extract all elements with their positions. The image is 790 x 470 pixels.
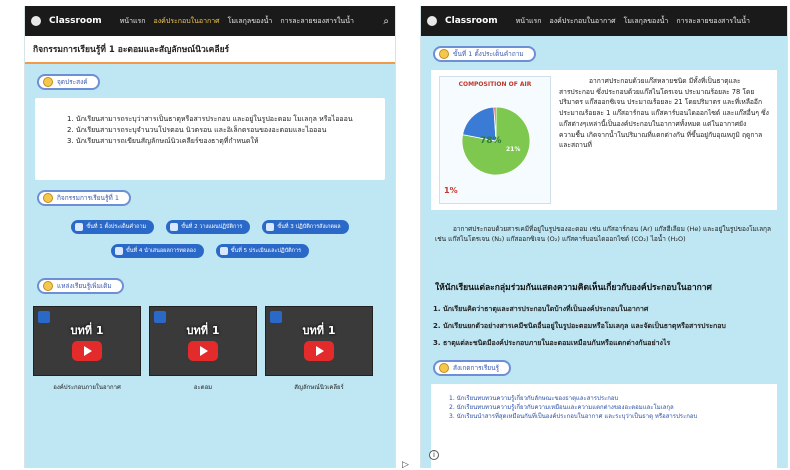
step-pill: ขั้นที่ 1 ตั้งประเด็นคำถาม	[433, 46, 536, 62]
air-composition-card: COMPOSITION OF AIR 78% 21% 1% อากาศประกอ…	[431, 70, 777, 210]
mouse-cursor-icon: ▷	[402, 460, 409, 470]
activity-buttons: ขั้นที่ 1 ตั้งประเด็นคำถาม ขั้นที่ 2 วาง…	[25, 206, 395, 268]
video-thumbnail[interactable]: บทที่ 1	[265, 306, 373, 376]
step-4-button[interactable]: ขั้นที่ 4 นำเสนอผลการทดลอง	[110, 244, 204, 258]
step-icon	[266, 223, 275, 231]
summary-item: 2. นักเรียนทบทวนความรู้เกี่ยวกับความเหมื…	[449, 403, 674, 411]
lesson-label: บทที่ 1	[70, 324, 104, 337]
step-icon	[75, 223, 84, 231]
video-card[interactable]: บทที่ 1 สัญลักษณ์นิวเคลียร์	[265, 306, 373, 392]
question-icon	[439, 49, 449, 59]
brand[interactable]: Classroom	[445, 16, 498, 26]
nav-water[interactable]: โมเลกุลของน้ำ	[228, 16, 273, 27]
resources-label: แหล่งเรียนรู้เพิ่มเติม	[57, 282, 112, 290]
step-icon	[170, 223, 179, 231]
summary-pill: สังเกตการเรียนรู้	[433, 359, 512, 376]
step-2-label: ขั้นที่ 2 วางแผนปฏิบัติการ	[181, 224, 243, 230]
slice-label-big: 78%	[480, 136, 502, 146]
top-nav: Classroom หน้าแรก องค์ประกอบในอากาศ โมเล…	[25, 6, 395, 36]
nav-home[interactable]: หน้าแรก	[516, 16, 542, 27]
summary-icon	[439, 362, 449, 373]
video-caption: องค์ประกอบภายในอากาศ	[53, 384, 121, 391]
step-1-label: ขั้นที่ 1 ตั้งประเด็นคำถาม	[86, 224, 147, 230]
left-screenshot: Classroom หน้าแรก องค์ประกอบในอากาศ โมเล…	[24, 6, 396, 468]
chart-title: COMPOSITION OF AIR	[458, 81, 532, 88]
video-caption: อะตอม	[193, 384, 213, 391]
task-item: ธาตุแต่ละชนิดมีองค์ประกอบภายในอะตอมเหมือ…	[443, 338, 773, 349]
play-icon[interactable]	[304, 341, 334, 361]
video-thumbnail[interactable]: บทที่ 1	[149, 306, 257, 376]
nav-air[interactable]: องค์ประกอบในอากาศ	[550, 16, 616, 27]
nav-home[interactable]: หน้าแรก	[120, 16, 146, 27]
objectives-pill: จุดประสงค์	[37, 74, 100, 90]
atoms-paragraph: อากาศประกอบด้วยสารเคมีที่อยู่ในรูปของอะต…	[435, 225, 771, 244]
summary-label: สังเกตการเรียนรู้	[453, 363, 500, 372]
air-paragraph: อากาศประกอบด้วยแก๊สหลายชนิด มีทั้งที่เป็…	[559, 77, 769, 150]
lesson-label: บทที่ 1	[302, 324, 336, 337]
book-icon	[43, 281, 53, 291]
objectives-label: จุดประสงค์	[57, 78, 88, 86]
task-item: นักเรียนคิดว่าธาตุและสารประกอบใดบ้างที่เ…	[443, 304, 773, 315]
step-2-button[interactable]: ขั้นที่ 2 วางแผนปฏิบัติการ	[166, 220, 251, 234]
slice-label-small: 1%	[444, 186, 458, 195]
nav-water[interactable]: โมเลกุลของน้ำ	[624, 16, 669, 27]
home-icon[interactable]	[31, 16, 41, 26]
task-title: ให้นักเรียนแต่ละกลุ่มร่วมกันแสดงความคิดเ…	[435, 283, 712, 293]
lightbulb-icon	[43, 77, 53, 87]
page-title: กิจกรรมการเรียนรู้ที่ 1 อะตอมและสัญลักษณ…	[25, 36, 395, 64]
slice-label-mid: 21%	[506, 146, 520, 153]
summary-item: 1. นักเรียนทบทวนความรู้เกี่ยวกับลักษณะขอ…	[449, 394, 619, 402]
step-icon	[219, 247, 228, 255]
activity-icon	[43, 193, 53, 203]
objective-2: 2. นักเรียนสามารถระบุจำนวนโปรตอน นิวตรอน…	[67, 125, 327, 134]
resources-pill: แหล่งเรียนรู้เพิ่มเติม	[37, 278, 124, 294]
objectives-card: 1. นักเรียนสามารถระบุว่าสารเป็นธาตุหรือส…	[35, 98, 385, 180]
lesson-label: บทที่ 1	[186, 324, 220, 337]
air-composition-chart: COMPOSITION OF AIR 78% 21% 1%	[439, 76, 551, 204]
video-card[interactable]: บทที่ 1 อะตอม	[149, 306, 257, 392]
video-card[interactable]: บทที่ 1 องค์ประกอบภายในอากาศ	[33, 306, 141, 392]
step-5-label: ขั้นที่ 5 ประเมินและปฏิบัติการ	[230, 248, 302, 254]
video-list: บทที่ 1 องค์ประกอบภายในอากาศ บทที่ 1 อะต…	[25, 294, 395, 392]
summary-card: 1. นักเรียนทบทวนความรู้เกี่ยวกับลักษณะขอ…	[431, 383, 777, 468]
step-4-label: ขั้นที่ 4 นำเสนอผลการทดลอง	[125, 248, 196, 254]
task-item: นักเรียนยกตัวอย่างสารเคมีชนิดอื่นอยู่ในร…	[443, 321, 773, 332]
objective-3: 3. นักเรียนสามารถเขียนสัญลักษณ์นิวเคลียร…	[67, 136, 259, 145]
info-icon[interactable]: i	[429, 450, 439, 460]
top-nav: Classroom หน้าแรก องค์ประกอบในอากาศ โมเล…	[421, 6, 787, 36]
activity-label: กิจกรรมการเรียนรู้ที่ 1	[57, 194, 119, 202]
objective-1: 1. นักเรียนสามารถระบุว่าสารเป็นธาตุหรือส…	[67, 115, 353, 123]
video-thumbnail[interactable]: บทที่ 1	[33, 306, 141, 376]
step-3-label: ขั้นที่ 3 ปฏิบัติการสังเกตผล	[277, 224, 341, 230]
summary-item: 3. นักเรียนนำสารที่สุดเหมือนกันที่เป็นอง…	[449, 412, 698, 420]
nav-air[interactable]: องค์ประกอบในอากาศ	[154, 16, 220, 27]
nav-solution[interactable]: การละลายของสารในน้ำ	[280, 16, 354, 27]
pie-chart: 78% 21% 1%	[444, 106, 531, 195]
home-icon[interactable]	[427, 16, 437, 26]
activity-pill: กิจกรรมการเรียนรู้ที่ 1	[37, 190, 131, 206]
video-caption: สัญลักษณ์นิวเคลียร์	[294, 384, 344, 391]
step-icon	[114, 247, 123, 255]
task-list: นักเรียนคิดว่าธาตุและสารประกอบใดบ้างที่เ…	[421, 294, 787, 350]
search-icon[interactable]: ⌕	[383, 16, 389, 27]
play-icon[interactable]	[188, 341, 218, 361]
step-1-button[interactable]: ขั้นที่ 1 ตั้งประเด็นคำถาม	[71, 220, 155, 234]
play-icon[interactable]	[72, 341, 102, 361]
step-3-button[interactable]: ขั้นที่ 3 ปฏิบัติการสังเกตผล	[262, 220, 349, 234]
step-5-button[interactable]: ขั้นที่ 5 ประเมินและปฏิบัติการ	[215, 244, 310, 258]
nav-solution[interactable]: การละลายของสารในน้ำ	[676, 16, 750, 27]
step-label: ขั้นที่ 1 ตั้งประเด็นคำถาม	[453, 50, 524, 58]
right-screenshot: Classroom หน้าแรก องค์ประกอบในอากาศ โมเล…	[420, 6, 788, 468]
brand[interactable]: Classroom	[49, 16, 102, 26]
